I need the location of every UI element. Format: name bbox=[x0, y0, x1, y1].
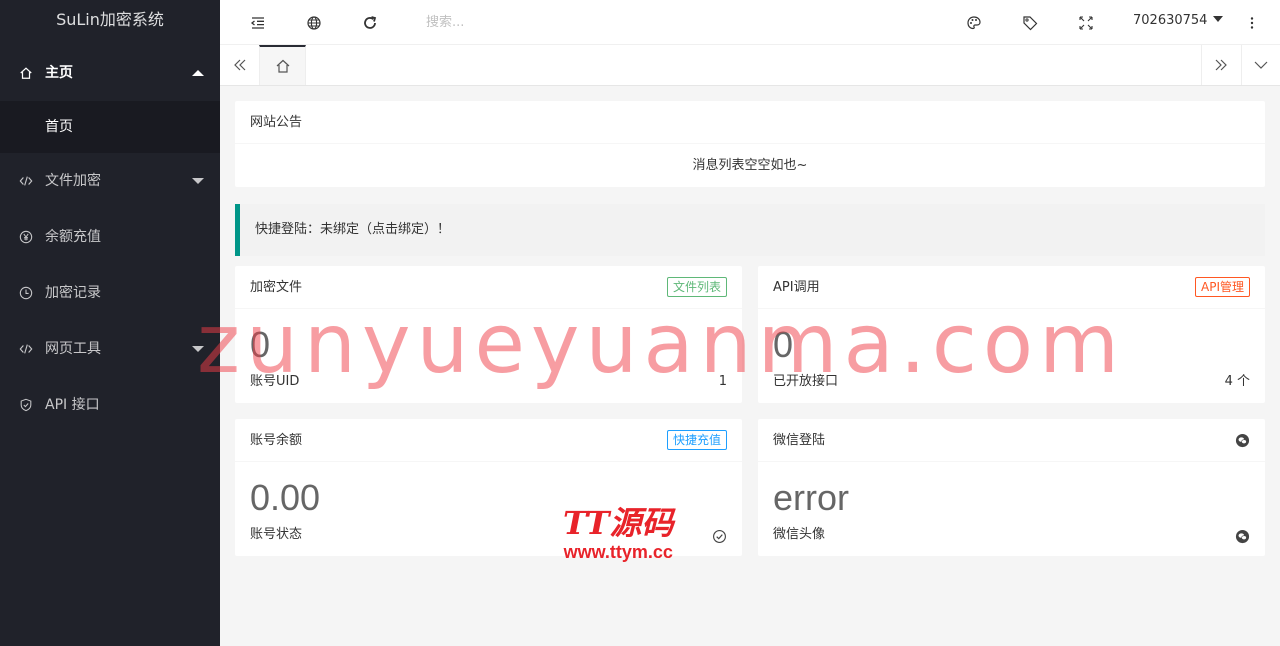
menu-collapse-icon[interactable] bbox=[244, 0, 272, 45]
check-circle-icon bbox=[711, 528, 727, 544]
tabs-bar bbox=[220, 45, 1280, 86]
sidebar-item-api[interactable]: API 接口 bbox=[0, 377, 220, 433]
sidebar: SuLin加密系统 主页 首页 文件加密 余额充值 加密记录 网页工具 API … bbox=[0, 0, 220, 646]
clock-icon bbox=[18, 265, 34, 321]
shield-icon bbox=[18, 377, 34, 433]
quick-recharge-button[interactable]: 快捷充值 bbox=[666, 430, 727, 450]
tabs-scroll-left-icon[interactable] bbox=[220, 45, 259, 85]
chevron-down-icon bbox=[192, 346, 204, 352]
sidebar-item-recharge[interactable]: 余额充值 bbox=[0, 209, 220, 265]
search-input[interactable] bbox=[426, 12, 606, 32]
chevron-down-icon bbox=[1213, 15, 1224, 22]
sidebar-subitem-index[interactable]: 首页 bbox=[0, 101, 220, 153]
files-count: 0 bbox=[250, 324, 271, 365]
sidebar-item-label: API 接口 bbox=[45, 397, 100, 413]
quick-login-bind[interactable]: 快捷登陆：未绑定（点击绑定）！ bbox=[235, 204, 1265, 256]
api-card: API调用 API管理 0 已开放接口 4 个 bbox=[758, 266, 1265, 403]
globe-icon[interactable] bbox=[300, 0, 328, 45]
open-api-count: 4 个 bbox=[1224, 374, 1250, 389]
tag-icon[interactable] bbox=[1016, 0, 1044, 45]
sidebar-item-web-tools[interactable]: 网页工具 bbox=[0, 321, 220, 377]
sidebar-item-label: 主页 bbox=[45, 65, 73, 81]
sidebar-item-encrypt-records[interactable]: 加密记录 bbox=[0, 265, 220, 321]
balance-value: 0.00 bbox=[250, 477, 321, 518]
main-content: 网站公告 消息列表空空如也~ 快捷登陆：未绑定（点击绑定）！ 加密文件 文件列表… bbox=[220, 86, 1280, 646]
chevron-up-icon bbox=[192, 70, 204, 76]
card-title: API调用 bbox=[773, 280, 820, 295]
account-status-label: 账号状态 bbox=[250, 527, 303, 542]
sidebar-item-label: 文件加密 bbox=[45, 173, 101, 189]
api-manage-button[interactable]: API管理 bbox=[1195, 277, 1250, 297]
top-header: 702630754 bbox=[220, 0, 1280, 45]
wechat-icon bbox=[1234, 528, 1250, 544]
wechat-icon[interactable] bbox=[1234, 432, 1250, 448]
more-vertical-icon[interactable] bbox=[1238, 0, 1266, 45]
sidebar-item-home[interactable]: 主页 bbox=[0, 45, 220, 101]
account-uid-label: 账号UID bbox=[250, 374, 300, 389]
tabs-dropdown-icon[interactable] bbox=[1241, 45, 1280, 85]
notice-title: 网站公告 bbox=[235, 101, 1265, 144]
tabs-scroll-right-icon[interactable] bbox=[1201, 45, 1240, 85]
card-title: 加密文件 bbox=[250, 280, 303, 295]
theme-palette-icon[interactable] bbox=[960, 0, 988, 45]
user-menu[interactable]: 702630754 bbox=[1133, 0, 1224, 45]
account-uid-value: 1 bbox=[718, 374, 727, 389]
chevron-down-icon bbox=[192, 178, 204, 184]
balance-card: 账号余额 快捷充值 0.00 账号状态 bbox=[235, 419, 742, 556]
username: 702630754 bbox=[1133, 13, 1208, 28]
refresh-icon[interactable] bbox=[356, 0, 384, 45]
sidebar-item-label: 余额充值 bbox=[45, 229, 101, 245]
sidebar-item-label: 网页工具 bbox=[45, 341, 101, 357]
open-api-label: 已开放接口 bbox=[773, 374, 839, 389]
app-logo-title[interactable]: SuLin加密系统 bbox=[0, 0, 220, 45]
code-icon bbox=[18, 153, 34, 209]
yen-icon bbox=[18, 209, 34, 265]
fullscreen-icon[interactable] bbox=[1072, 0, 1100, 45]
sidebar-item-file-encrypt[interactable]: 文件加密 bbox=[0, 153, 220, 209]
home-icon bbox=[18, 45, 34, 101]
tab-home[interactable] bbox=[259, 45, 306, 85]
card-title: 微信登陆 bbox=[773, 433, 826, 448]
api-calls-count: 0 bbox=[773, 324, 794, 365]
code-icon bbox=[18, 321, 34, 377]
notice-empty-text: 消息列表空空如也~ bbox=[692, 158, 808, 173]
file-list-button[interactable]: 文件列表 bbox=[666, 277, 727, 297]
home-icon bbox=[276, 59, 289, 73]
card-title: 账号余额 bbox=[250, 433, 303, 448]
sidebar-item-label: 加密记录 bbox=[45, 285, 101, 301]
wechat-avatar-label: 微信头像 bbox=[773, 527, 826, 542]
wechat-card: 微信登陆 error 微信头像 bbox=[758, 419, 1265, 556]
notice-card: 网站公告 消息列表空空如也~ bbox=[235, 101, 1265, 187]
sidebar-menu: 主页 首页 文件加密 余额充值 加密记录 网页工具 API 接口 bbox=[0, 45, 220, 433]
files-card: 加密文件 文件列表 0 账号UID 1 bbox=[235, 266, 742, 403]
wechat-status-value: error bbox=[773, 477, 850, 518]
